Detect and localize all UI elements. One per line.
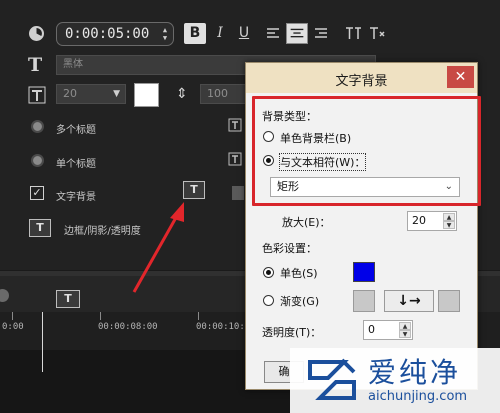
watermark-url-text: aichunjing.com bbox=[368, 389, 468, 404]
font-size-field[interactable]: 20 ▼ bbox=[56, 84, 126, 104]
text-background-label: 文字背景 bbox=[56, 192, 96, 203]
record-icon[interactable] bbox=[0, 289, 9, 302]
shape-select[interactable]: 矩形 ⌄ bbox=[270, 177, 460, 197]
ruler-tick bbox=[100, 312, 101, 320]
clock-icon bbox=[29, 26, 44, 41]
opacity-input[interactable]: 0 ▲ ▼ bbox=[363, 320, 413, 340]
dialog-titlebar[interactable]: 文字背景 ✕ bbox=[246, 63, 477, 93]
extra-toggle-icon[interactable] bbox=[232, 186, 244, 200]
background-type-label: 背景类型： bbox=[262, 110, 317, 123]
underline-button[interactable]: U bbox=[233, 23, 255, 44]
text-background-checkbox[interactable]: ✓ bbox=[30, 186, 44, 200]
enlarge-label: 放大(E)： bbox=[282, 216, 331, 229]
opacity-label: 透明度(T)： bbox=[262, 326, 322, 339]
fit-text-radio[interactable] bbox=[263, 155, 274, 166]
watermark-cn-text: 爱纯净 bbox=[368, 356, 462, 389]
ruler-tick bbox=[12, 312, 13, 320]
gradient-radio[interactable] bbox=[263, 295, 274, 306]
single-color-bar-label[interactable]: 单色背景栏(B) bbox=[280, 130, 351, 146]
single-color-label[interactable]: 单色(S) bbox=[280, 265, 318, 281]
close-button[interactable]: ✕ bbox=[447, 66, 474, 88]
line-spacing-icon: ⇕ bbox=[176, 86, 188, 102]
watermark-logo-icon bbox=[308, 358, 356, 400]
enlarge-spinner[interactable]: ▲ ▼ bbox=[443, 213, 455, 229]
dialog-title: 文字背景 bbox=[335, 74, 388, 89]
title-settings-icon[interactable] bbox=[228, 118, 242, 132]
title-track-icon[interactable]: T bbox=[56, 290, 80, 308]
multi-title-label: 多个标题 bbox=[56, 125, 96, 136]
font-icon: T bbox=[28, 54, 43, 76]
playhead[interactable] bbox=[42, 312, 43, 372]
italic-button[interactable]: I bbox=[209, 23, 231, 44]
editor-window: 0:00:05:00 ▲ ▼ B I U T 黑体 20 ▼ ⇕ 100 多个标题… bbox=[0, 0, 500, 413]
gradient-end-swatch[interactable] bbox=[438, 290, 460, 312]
color-settings-label: 色彩设置： bbox=[262, 242, 317, 255]
gradient-start-swatch[interactable] bbox=[353, 290, 375, 312]
single-title-radio[interactable] bbox=[31, 154, 44, 167]
vertical-text-icon[interactable] bbox=[342, 23, 364, 44]
single-color-radio[interactable] bbox=[263, 267, 274, 278]
font-size-icon bbox=[28, 86, 46, 104]
red-arrow-annotation bbox=[132, 202, 184, 293]
single-title-label: 单个标题 bbox=[56, 159, 96, 170]
single-color-swatch[interactable] bbox=[353, 262, 375, 282]
border-shadow-icon[interactable]: T bbox=[29, 219, 51, 237]
text-direction-icon[interactable] bbox=[366, 23, 388, 44]
gradient-label[interactable]: 渐变(G) bbox=[280, 293, 319, 309]
multi-title-radio[interactable] bbox=[31, 120, 44, 133]
chevron-down-icon[interactable]: ⌄ bbox=[445, 178, 453, 196]
opacity-spinner[interactable]: ▲ ▼ bbox=[399, 322, 411, 338]
single-color-bar-radio[interactable] bbox=[263, 131, 274, 142]
align-right-icon[interactable] bbox=[310, 23, 332, 44]
align-center-icon[interactable] bbox=[286, 23, 308, 44]
ruler-tick bbox=[198, 312, 199, 320]
timecode-spinner[interactable]: ▲ ▼ bbox=[160, 26, 170, 42]
bold-button[interactable]: B bbox=[184, 23, 206, 44]
enlarge-input[interactable]: 20 ▲ ▼ bbox=[407, 211, 457, 231]
chevron-down-icon[interactable]: ▼ bbox=[113, 85, 120, 103]
watermark: 爱纯净 aichunjing.com bbox=[290, 348, 500, 413]
fit-text-label[interactable]: 与文本相符(W)： bbox=[278, 153, 367, 171]
gradient-direction-button[interactable]: ↓→ bbox=[384, 290, 434, 312]
align-left-icon[interactable] bbox=[262, 23, 284, 44]
text-background-settings-icon[interactable]: T bbox=[183, 181, 205, 199]
ruler-tick-label: 00:00:08:00 bbox=[98, 322, 158, 332]
duration-timecode-input[interactable]: 0:00:05:00 ▲ ▼ bbox=[56, 22, 174, 46]
ruler-tick-label: 0:00 bbox=[2, 322, 24, 332]
title-settings-icon[interactable] bbox=[228, 152, 242, 166]
line-spacing-field[interactable]: 100 bbox=[200, 84, 246, 104]
font-color-swatch[interactable] bbox=[134, 83, 159, 107]
